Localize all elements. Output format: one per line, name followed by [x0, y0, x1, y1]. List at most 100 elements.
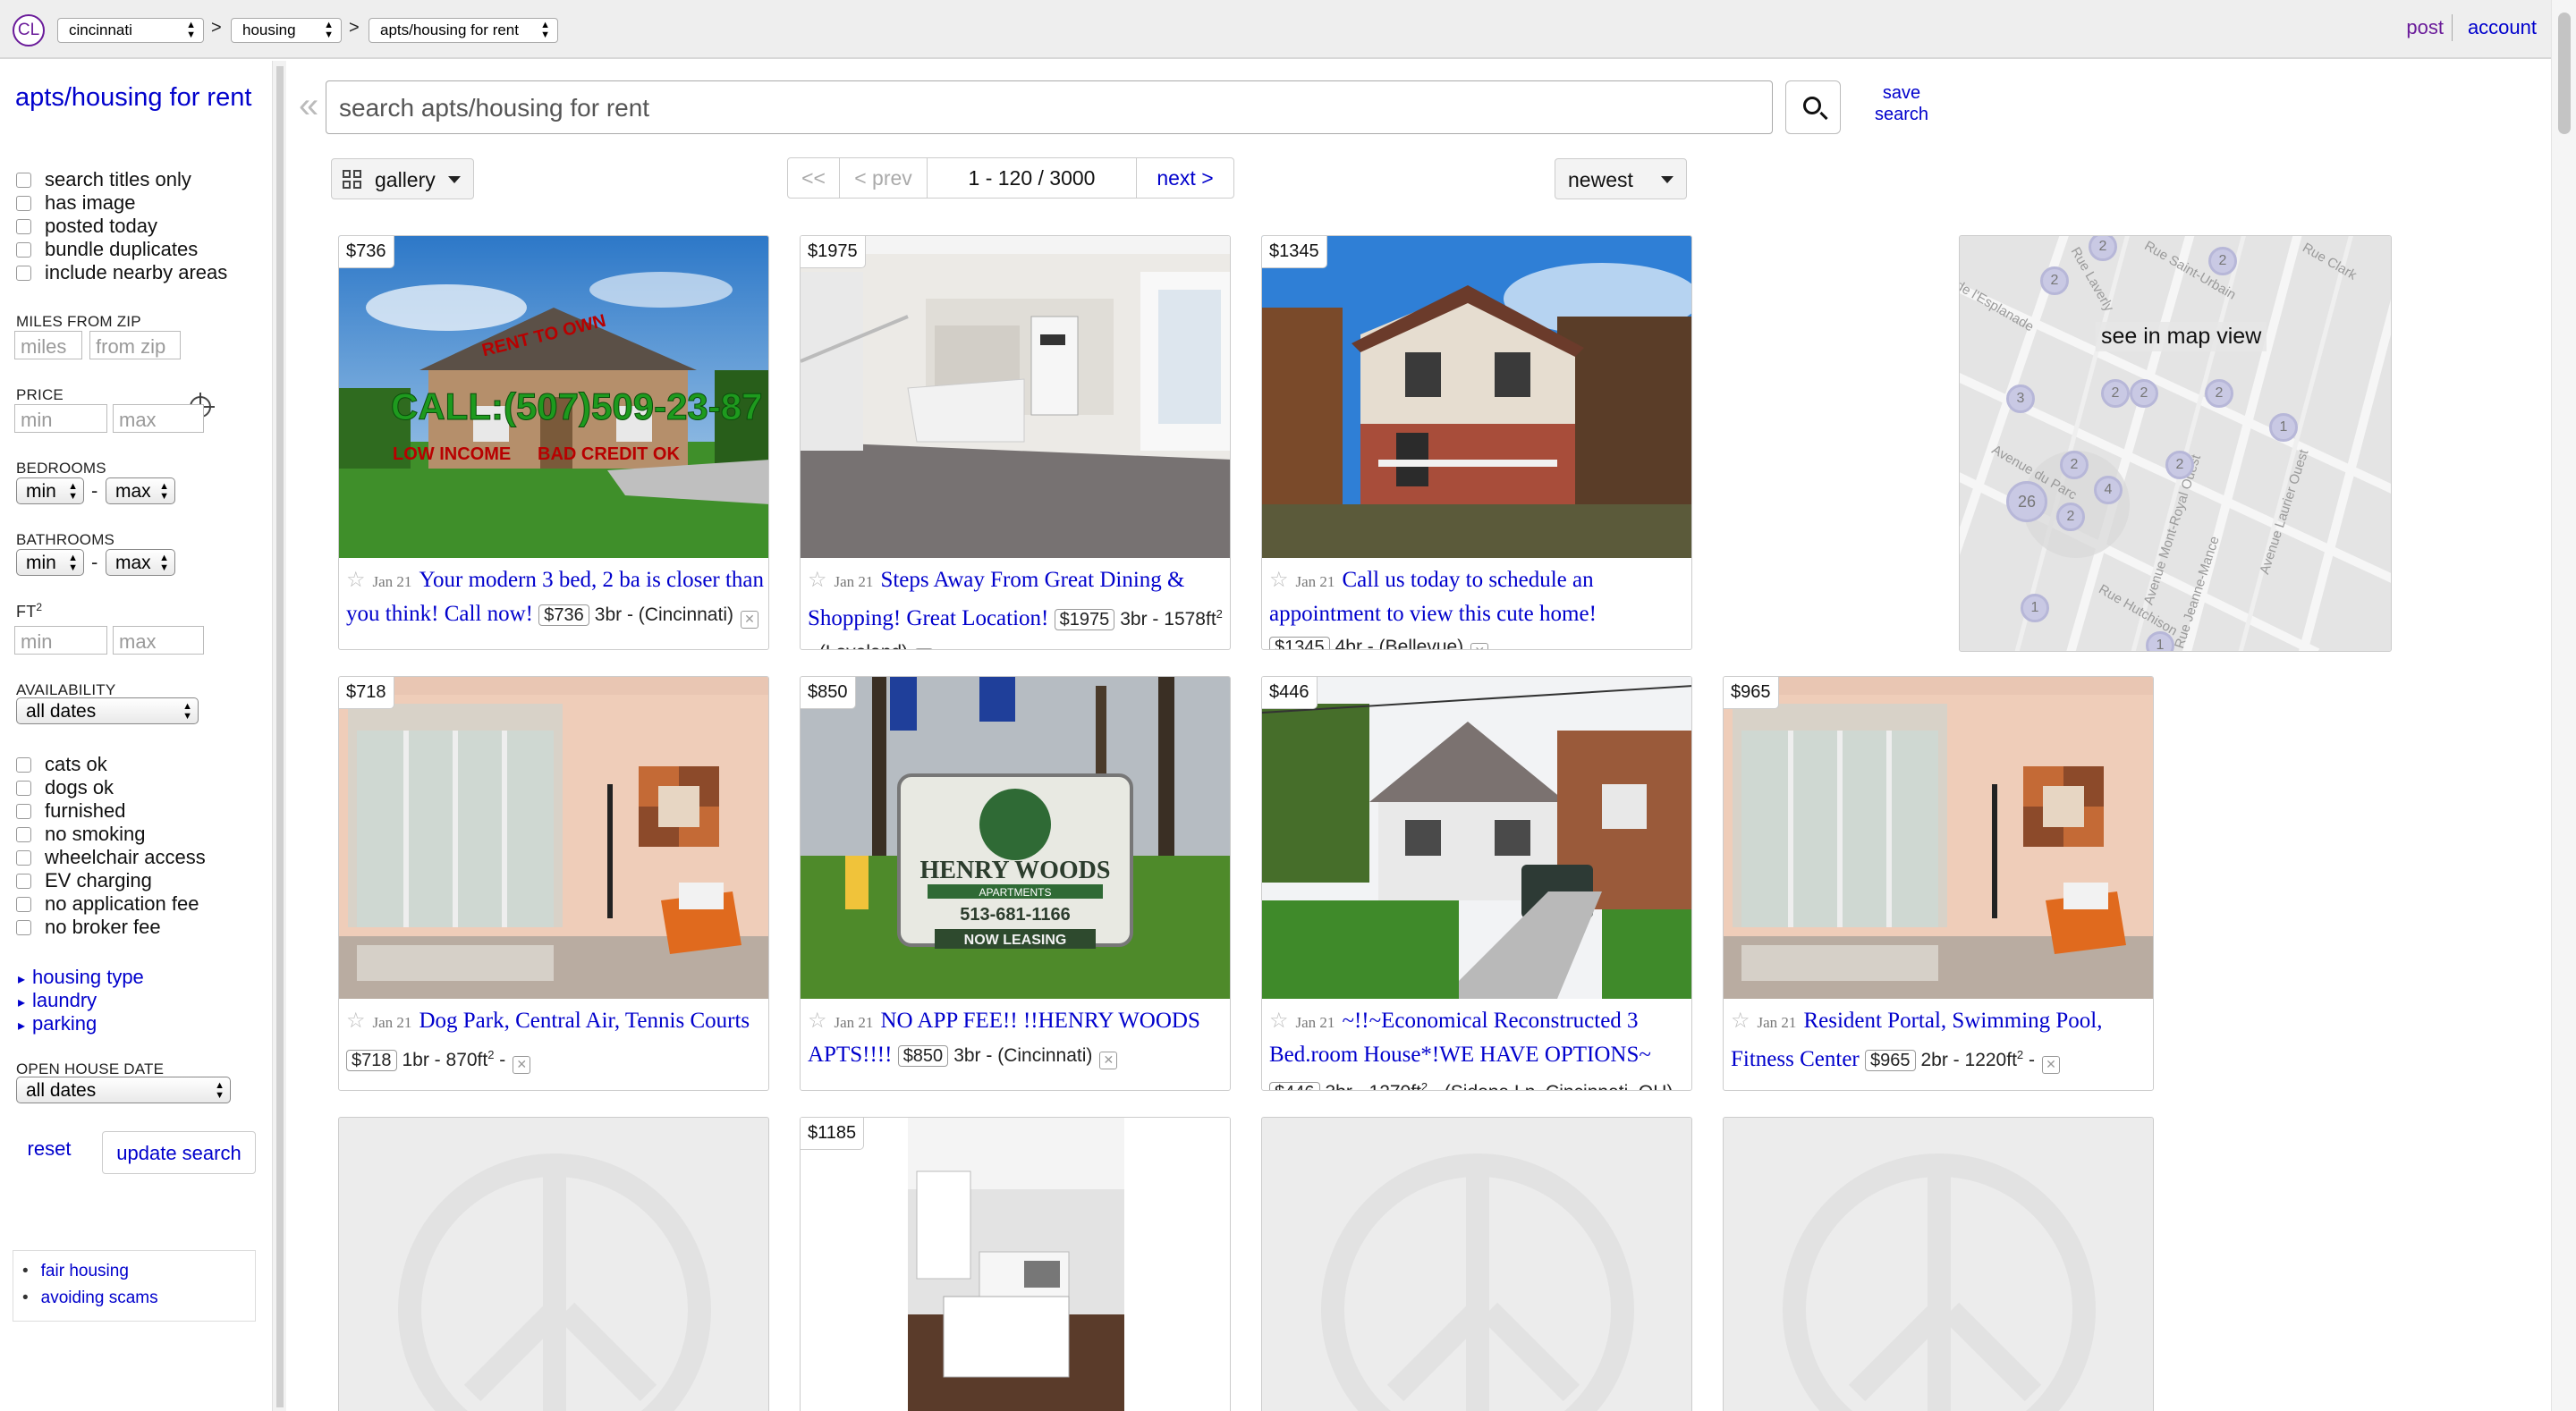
breadcrumb-city-select[interactable]: cincinnati ▲ ▼ [57, 18, 204, 43]
checkbox[interactable] [16, 826, 31, 842]
listing-card[interactable]: HENRY WOODS APARTMENTS 513-681-1166 NOW … [800, 676, 1231, 1091]
listing-image[interactable] [339, 677, 768, 999]
map-cluster-pin[interactable]: 1 [2269, 413, 2298, 442]
see-in-map-view-link[interactable]: see in map view [2096, 322, 2267, 351]
listing-image[interactable] [1262, 236, 1691, 558]
map-cluster-pin[interactable]: 3 [2006, 384, 2035, 413]
listing-image[interactable]: HENRY WOODS APARTMENTS 513-681-1166 NOW … [801, 677, 1230, 999]
map-cluster-pin[interactable]: 2 [2205, 379, 2233, 408]
expander-parking[interactable]: parking [18, 1012, 97, 1035]
next-page-button[interactable]: next > [1137, 158, 1233, 198]
checkbox[interactable] [16, 195, 31, 211]
expander-housing-type[interactable]: housing type [18, 966, 144, 989]
hide-listing-icon[interactable]: ✕ [513, 1056, 531, 1074]
checkbox[interactable] [16, 919, 31, 935]
search-input[interactable]: search apts/housing for rent [326, 80, 1773, 134]
map-cluster-pin[interactable]: 4 [2094, 476, 2123, 504]
listing-image[interactable] [1262, 677, 1691, 999]
map-cluster-pin[interactable]: 2 [2040, 266, 2069, 295]
filter-search-titles-only[interactable]: search titles only [16, 168, 191, 191]
search-button[interactable] [1785, 80, 1841, 134]
filter-bundle-duplicates[interactable]: bundle duplicates [16, 238, 198, 261]
listing-image[interactable] [801, 236, 1230, 558]
checkbox[interactable] [16, 265, 31, 281]
filter-furnished[interactable]: furnished [16, 799, 126, 823]
fair-housing-link[interactable]: fair housing [22, 1258, 246, 1285]
filter-no-broker-fee[interactable]: no broker fee [16, 916, 161, 939]
checkbox[interactable] [16, 172, 31, 188]
filter-wheelchair-access[interactable]: wheelchair access [16, 846, 206, 869]
window-scrollbar[interactable] [2551, 0, 2576, 1411]
listing-card-placeholder[interactable] [1261, 1117, 1692, 1411]
zip-input[interactable]: from zip [89, 331, 181, 359]
hide-listing-icon[interactable]: ✕ [915, 648, 934, 649]
listing-image[interactable]: RENT TO OWN CALL:(507)509-23-87 LOW INCO… [339, 236, 768, 558]
listing-card[interactable]: $1345 ☆ Jan 21 Call us today to schedule a… [1261, 235, 1692, 650]
favorite-star-icon[interactable]: ☆ [808, 567, 827, 592]
favorite-star-icon[interactable]: ☆ [1269, 567, 1289, 592]
post-link[interactable]: post [2406, 16, 2444, 39]
favorite-star-icon[interactable]: ☆ [346, 567, 366, 592]
checkbox[interactable] [16, 896, 31, 912]
map-cluster-pin[interactable]: 2 [2165, 451, 2194, 479]
sqft-min-input[interactable]: min [14, 626, 107, 655]
hide-listing-icon[interactable]: ✕ [740, 611, 758, 629]
listing-card[interactable]: RENT TO OWN CALL:(507)509-23-87 LOW INCO… [338, 235, 769, 650]
expander-laundry[interactable]: laundry [18, 989, 97, 1012]
checkbox[interactable] [16, 218, 31, 234]
availability-select[interactable]: all dates ▲ ▼ [16, 697, 199, 724]
filter-no-application-fee[interactable]: no application fee [16, 892, 199, 916]
checkbox[interactable] [16, 241, 31, 258]
update-search-button[interactable]: update search [102, 1131, 256, 1174]
map-cluster-pin[interactable]: 1 [2021, 594, 2049, 622]
scrollbar-thumb[interactable] [2558, 13, 2571, 134]
listing-card[interactable]: $1975 ☆ Jan 21 Steps Away From Great Dinin… [800, 235, 1231, 650]
hide-listing-icon[interactable]: ✕ [1470, 643, 1489, 649]
price-min-input[interactable]: min [14, 404, 107, 433]
checkbox[interactable] [16, 803, 31, 819]
checkbox[interactable] [16, 873, 31, 889]
map-cluster-pin[interactable]: 2 [2208, 247, 2237, 275]
checkbox[interactable] [16, 756, 31, 773]
map-cluster-pin[interactable]: 2 [2060, 451, 2089, 479]
map-cluster-pin[interactable]: 2 [2130, 379, 2158, 408]
listing-card-placeholder[interactable] [338, 1117, 769, 1411]
filter-include-nearby[interactable]: include nearby areas [16, 261, 227, 284]
listing-card[interactable]: $446 ☆ Jan 21 ~!!~Economical Reconstructed… [1261, 676, 1692, 1091]
listing-card-placeholder[interactable] [1723, 1117, 2154, 1411]
listing-card[interactable]: $965 ☆ Jan 21 Resident Portal, Swimming Po… [1723, 676, 2154, 1091]
breadcrumb-category-select[interactable]: housing ▲ ▼ [231, 18, 342, 43]
filter-cats-ok[interactable]: cats ok [16, 753, 107, 776]
sort-dropdown[interactable]: newest [1555, 158, 1687, 199]
sidebar-resize-handle[interactable] [272, 61, 286, 1411]
bedrooms-min-select[interactable]: min ▲ ▼ [16, 477, 84, 504]
listing-image[interactable] [1724, 677, 2153, 999]
listing-card[interactable]: $1185 [800, 1117, 1231, 1411]
miles-input[interactable]: miles [14, 331, 82, 359]
filter-ev-charging[interactable]: EV charging [16, 869, 152, 892]
hide-listing-icon[interactable]: ✕ [2041, 1056, 2060, 1074]
bathrooms-max-select[interactable]: max ▲ ▼ [106, 549, 175, 576]
listing-title-link[interactable]: Dog Park, Central Air, Tennis Courts [419, 1009, 750, 1033]
favorite-star-icon[interactable]: ☆ [346, 1008, 366, 1033]
bathrooms-min-select[interactable]: min ▲ ▼ [16, 549, 84, 576]
favorite-star-icon[interactable]: ☆ [1269, 1008, 1289, 1033]
filter-posted-today[interactable]: posted today [16, 215, 157, 238]
map-cluster-pin[interactable]: 2 [2056, 503, 2085, 531]
craigslist-logo[interactable]: CL [13, 14, 45, 46]
filter-dogs-ok[interactable]: dogs ok [16, 776, 114, 799]
collapse-sidebar-icon[interactable]: « [299, 88, 318, 123]
checkbox[interactable] [16, 780, 31, 796]
bedrooms-max-select[interactable]: max ▲ ▼ [106, 477, 175, 504]
filter-has-image[interactable]: has image [16, 191, 136, 215]
category-title[interactable]: apts/housing for rent [15, 82, 257, 113]
save-search-link[interactable]: save search [1869, 82, 1934, 125]
listing-image[interactable] [801, 1118, 1230, 1411]
favorite-star-icon[interactable]: ☆ [1731, 1008, 1750, 1033]
listing-card[interactable]: $718 ☆ Jan 21 Dog Park, Central Air, Tenni… [338, 676, 769, 1091]
first-page-button[interactable]: << [788, 158, 840, 198]
map-cluster-pin[interactable]: 2 [2101, 379, 2130, 408]
avoiding-scams-link[interactable]: avoiding scams [22, 1285, 246, 1312]
reset-button[interactable]: reset [16, 1134, 82, 1166]
filter-no-smoking[interactable]: no smoking [16, 823, 146, 846]
